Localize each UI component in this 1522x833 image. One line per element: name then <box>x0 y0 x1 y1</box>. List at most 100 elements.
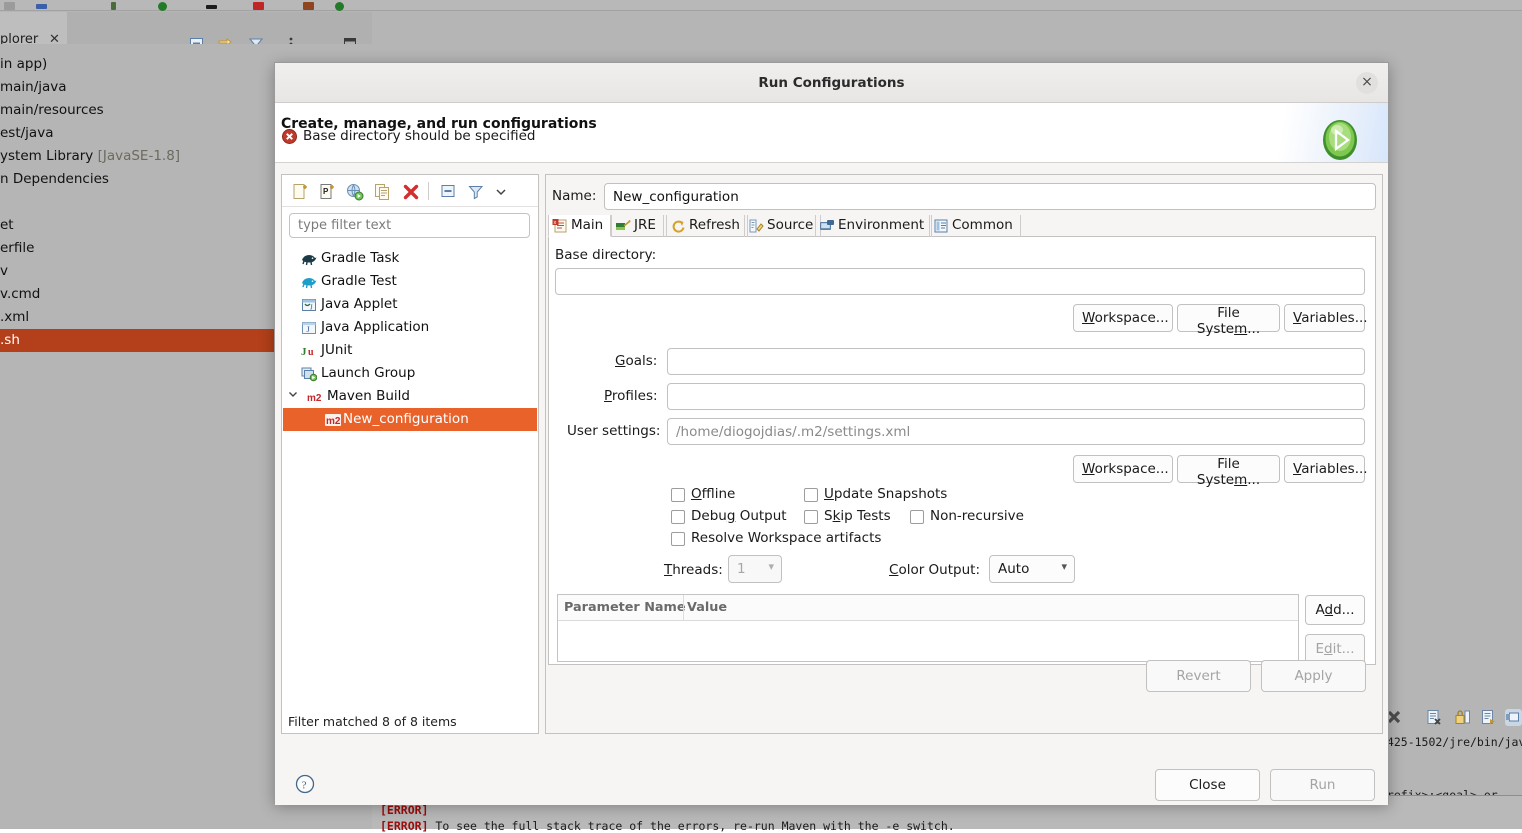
tab-label: Environment <box>838 217 924 233</box>
jre-tab-icon <box>615 218 631 234</box>
toolbar-icon[interactable] <box>158 2 167 11</box>
tab-common[interactable]: Common <box>929 215 1021 237</box>
common-tab-icon <box>933 218 949 234</box>
threads-label: Threads: <box>664 562 723 578</box>
user-settings-workspace-button[interactable]: Workspace... <box>1073 455 1173 483</box>
toolbar-icon[interactable] <box>303 2 314 10</box>
profiles-input[interactable] <box>667 383 1365 410</box>
base-directory-variables-button[interactable]: Variables... <box>1284 304 1365 332</box>
tab-project-explorer[interactable]: plorer ✕ <box>0 12 67 44</box>
configuration-name-input[interactable] <box>604 183 1376 210</box>
tab-bar: x Main JRE Refresh <box>548 215 1376 237</box>
add-parameter-button[interactable]: Add... <box>1305 595 1365 625</box>
filter-icon[interactable] <box>467 183 485 201</box>
help-icon[interactable]: ? <box>295 774 315 794</box>
tab-jre[interactable]: JRE <box>611 215 664 237</box>
collapse-all-icon[interactable] <box>440 183 458 201</box>
search-input[interactable] <box>289 213 530 238</box>
tree-item-label: JUnit <box>321 339 352 362</box>
apply-button: Apply <box>1261 660 1366 692</box>
tree-item-java-application[interactable]: J Java Application <box>283 316 537 339</box>
tab-label: Source <box>767 217 813 233</box>
toolbar-icon[interactable] <box>36 4 47 9</box>
table-header: Parameter Name Value <box>558 595 1298 621</box>
name-label: Name: <box>552 188 596 204</box>
skip-tests-checkbox[interactable] <box>804 510 818 524</box>
tree-item-label: et <box>0 217 14 233</box>
java-applet-icon: J <box>301 297 317 313</box>
tab-refresh[interactable]: Refresh <box>666 215 748 237</box>
tab-label: Main <box>571 217 603 233</box>
close-icon[interactable]: × <box>1356 72 1378 94</box>
error-tag: [ERROR] <box>380 819 428 833</box>
junit-icon: Ju <box>301 343 317 359</box>
tab-environment[interactable]: Environment <box>815 215 932 237</box>
toolbar-separator <box>428 182 429 200</box>
tree-item-label: Java Applet <box>321 293 398 316</box>
update-snapshots-checkbox[interactable] <box>804 488 818 502</box>
word-wrap-icon[interactable] <box>1481 709 1498 726</box>
delete-icon[interactable] <box>402 183 420 201</box>
remove-launch-icon[interactable] <box>1426 709 1443 726</box>
svg-text:?: ? <box>302 779 307 791</box>
tree-item-label: v <box>0 263 8 279</box>
column-divider[interactable] <box>683 595 684 621</box>
non-recursive-checkbox[interactable] <box>910 510 924 524</box>
tree-item-gradle-task[interactable]: Gradle Task <box>283 247 537 270</box>
toolbar-icon[interactable] <box>206 5 217 9</box>
chevron-down-icon[interactable] <box>287 385 299 408</box>
base-directory-filesystem-button[interactable]: File System... <box>1177 304 1280 332</box>
chevron-down-icon[interactable] <box>492 183 510 201</box>
launch-group-icon <box>301 366 317 382</box>
main-tab-icon: x <box>552 218 568 234</box>
tree-item-label: Launch Group <box>321 362 415 385</box>
configurations-toolbar: P <box>282 175 538 207</box>
goals-label: Goals: <box>615 353 657 369</box>
user-settings-filesystem-button[interactable]: File System... <box>1177 455 1280 483</box>
configurations-panel: P <box>281 174 539 734</box>
duplicate-icon[interactable] <box>374 183 392 201</box>
toolbar-icon[interactable] <box>253 2 264 10</box>
goals-input[interactable] <box>667 348 1365 375</box>
tree-item-new-configuration[interactable]: m2 New_configuration <box>283 408 537 431</box>
threads-dropdown[interactable]: 1 ▾ <box>728 555 782 583</box>
tab-source[interactable]: Source <box>744 215 821 237</box>
scroll-lock-icon[interactable] <box>1454 709 1471 726</box>
show-console-icon[interactable] <box>1505 709 1522 726</box>
name-row: Name: <box>552 183 1376 210</box>
dialog-title: Run Configurations <box>275 75 1388 91</box>
base-directory-input[interactable] <box>555 268 1365 295</box>
checkbox-label: Update Snapshots <box>824 486 947 502</box>
launch-configuration-tree[interactable]: Gradle Task Gradle Test J Java Applet <box>283 247 537 707</box>
toolbar-icon[interactable] <box>4 2 15 10</box>
dialog-content: P <box>275 163 1388 804</box>
close-button[interactable]: Close <box>1155 769 1260 801</box>
tree-item-label: main/resources <box>0 102 104 118</box>
color-output-dropdown[interactable]: Auto ▾ <box>989 555 1075 583</box>
user-settings-variables-button[interactable]: Variables... <box>1284 455 1365 483</box>
tree-item-label: est/java <box>0 125 53 141</box>
tree-item-gradle-test[interactable]: Gradle Test <box>283 270 537 293</box>
tree-item-maven-build[interactable]: m2 Maven Build <box>283 385 537 408</box>
user-settings-input[interactable] <box>667 418 1365 445</box>
tree-item-java-applet[interactable]: J Java Applet <box>283 293 537 316</box>
tab-main[interactable]: x Main <box>548 215 611 237</box>
toolbar-icon[interactable] <box>111 2 116 10</box>
toolbar-icon[interactable] <box>335 2 344 11</box>
resolve-workspace-artifacts-checkbox[interactable] <box>671 532 685 546</box>
maven-icon: m2 <box>307 389 323 405</box>
dialog-footer: ? Close Run <box>275 764 1388 805</box>
offline-checkbox[interactable] <box>671 488 685 502</box>
chevron-down-icon: ▾ <box>1061 560 1067 573</box>
tree-item-junit[interactable]: Ju JUnit <box>283 339 537 362</box>
debug-output-checkbox[interactable] <box>671 510 685 524</box>
export-icon[interactable] <box>346 183 364 201</box>
tree-item-launch-group[interactable]: Launch Group <box>283 362 537 385</box>
base-directory-workspace-button[interactable]: Workspace... <box>1073 304 1173 332</box>
new-prototype-icon[interactable]: P <box>319 183 337 201</box>
color-output-label: Color Output: <box>889 562 980 578</box>
threads-value: 1 <box>737 561 746 577</box>
new-configuration-icon[interactable] <box>292 183 310 201</box>
parameters-table[interactable]: Parameter Name Value <box>557 594 1299 662</box>
error-icon <box>282 129 297 144</box>
